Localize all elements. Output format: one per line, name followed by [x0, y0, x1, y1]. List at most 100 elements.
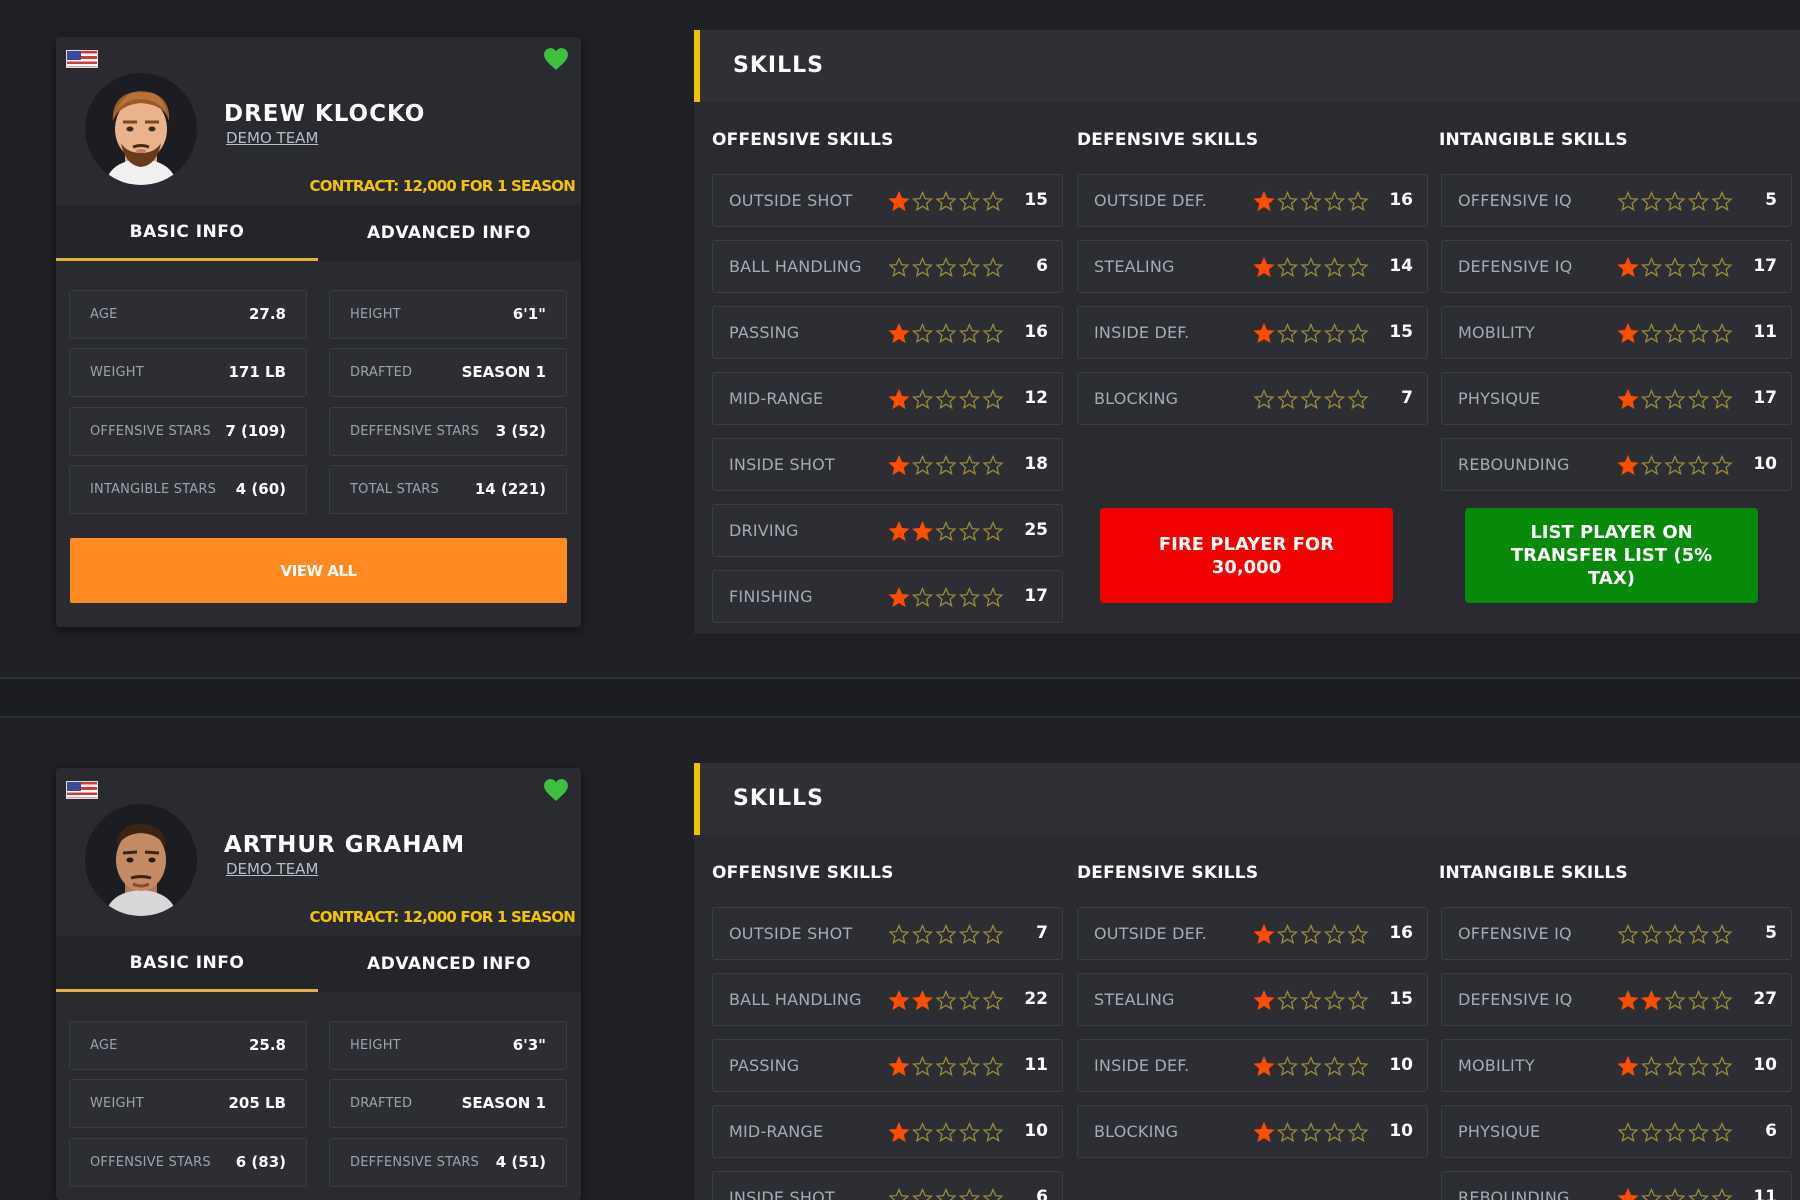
star-empty-icon	[1276, 190, 1299, 212]
skill-label: OUTSIDE SHOT	[729, 191, 853, 210]
star-empty-icon	[982, 1187, 1004, 1200]
star-empty-icon	[935, 190, 957, 212]
star-empty-icon	[1323, 256, 1346, 278]
info-weight: WEIGHT 205 LB	[69, 1079, 307, 1128]
skill-row-offensive-iq: OFFENSIVE IQ 5	[1441, 907, 1792, 960]
skill-label: INSIDE SHOT	[729, 1188, 835, 1200]
skill-value: 6	[1765, 1121, 1777, 1141]
star-filled-icon	[889, 322, 910, 344]
info-total-stars: TOTAL STARS 14 (221)	[329, 465, 567, 514]
favorite-heart-icon[interactable]	[543, 778, 569, 802]
skill-value: 18	[1024, 454, 1048, 474]
skill-value: 27	[1753, 989, 1777, 1009]
info-offensive-stars: OFFENSIVE STARS 6 (83)	[69, 1138, 307, 1187]
player-card: ARTHUR GRAHAM DEMO TEAM CONTRACT: 12,000…	[56, 768, 581, 1200]
skill-label: MOBILITY	[1458, 1056, 1535, 1075]
star-empty-icon	[1323, 1055, 1346, 1077]
defensive-skills-title: DEFENSIVE SKILLS	[1077, 130, 1259, 150]
skills-title: SKILLS	[733, 53, 824, 78]
star-empty-icon	[1687, 388, 1710, 410]
team-link[interactable]: DEMO TEAM	[226, 129, 318, 147]
skill-row-passing: PASSING 11	[712, 1039, 1063, 1092]
star-empty-icon	[1640, 1121, 1663, 1143]
star-empty-icon	[1276, 989, 1299, 1011]
star-empty-icon	[1664, 1121, 1686, 1143]
skill-value: 22	[1024, 989, 1048, 1009]
star-filled-icon	[1618, 454, 1639, 476]
fire-player-button[interactable]: FIRE PLAYER FOR 30,000	[1100, 508, 1393, 603]
star-empty-icon	[982, 454, 1004, 476]
player-section-1: DREW KLOCKO DEMO TEAM CONTRACT: 12,000 F…	[0, 0, 1800, 677]
star-empty-icon	[982, 586, 1004, 608]
transfer-list-button[interactable]: LIST PLAYER ON TRANSFER LIST (5% TAX)	[1465, 508, 1758, 603]
star-filled-icon	[1254, 1121, 1275, 1143]
skill-label: REBOUNDING	[1458, 455, 1570, 474]
skill-row-blocking: BLOCKING 7	[1077, 372, 1428, 425]
skill-label: OUTSIDE SHOT	[729, 924, 853, 943]
tab-basic-info[interactable]: BASIC INFO	[56, 205, 318, 261]
star-empty-icon	[1300, 322, 1322, 344]
skill-row-ball-handling: BALL HANDLING 6	[712, 240, 1063, 293]
star-empty-icon	[1618, 1121, 1639, 1143]
star-empty-icon	[889, 1187, 910, 1200]
star-filled-icon	[1618, 1055, 1639, 1077]
skill-row-offensive-iq: OFFENSIVE IQ 5	[1441, 174, 1792, 227]
view-all-button[interactable]: VIEW ALL	[70, 538, 567, 603]
skill-label: BLOCKING	[1094, 389, 1179, 408]
star-empty-icon	[1347, 388, 1369, 410]
info-age: AGE 25.8	[69, 1021, 307, 1070]
star-empty-icon	[1323, 1121, 1346, 1143]
star-empty-icon	[889, 923, 910, 945]
star-rating	[1618, 922, 1736, 946]
star-empty-icon	[935, 520, 957, 542]
info-age: AGE 27.8	[69, 290, 307, 339]
skill-row-mobility: MOBILITY 11	[1441, 306, 1792, 359]
star-rating	[889, 922, 1007, 946]
skill-row-inside-def: INSIDE DEF. 10	[1077, 1039, 1428, 1092]
star-empty-icon	[911, 388, 934, 410]
skill-row-blocking: BLOCKING 10	[1077, 1105, 1428, 1158]
skill-row-mid-range: MID-RANGE 12	[712, 372, 1063, 425]
player-card: DREW KLOCKO DEMO TEAM CONTRACT: 12,000 F…	[56, 37, 581, 627]
skill-value: 10	[1753, 454, 1777, 474]
star-rating	[889, 321, 1007, 345]
star-empty-icon	[935, 388, 957, 410]
star-empty-icon	[1300, 1121, 1322, 1143]
star-rating	[889, 988, 1007, 1012]
team-link[interactable]: DEMO TEAM	[226, 860, 318, 878]
tab-basic-info[interactable]: BASIC INFO	[56, 936, 318, 992]
tab-advanced-info[interactable]: ADVANCED INFO	[318, 205, 580, 261]
skill-row-inside-shot: INSIDE SHOT 6	[712, 1171, 1063, 1200]
skill-row-inside-def: INSIDE DEF. 15	[1077, 306, 1428, 359]
skill-label: MID-RANGE	[729, 1122, 824, 1141]
skill-row-outside-shot: OUTSIDE SHOT 15	[712, 174, 1063, 227]
star-filled-icon	[1618, 256, 1639, 278]
star-empty-icon	[1300, 923, 1322, 945]
favorite-heart-icon[interactable]	[543, 47, 569, 71]
star-rating	[889, 255, 1007, 279]
star-empty-icon	[1323, 388, 1346, 410]
star-filled-icon	[889, 586, 910, 608]
star-empty-icon	[1276, 322, 1299, 344]
star-empty-icon	[1323, 190, 1346, 212]
star-filled-icon	[1618, 388, 1639, 410]
star-empty-icon	[935, 923, 957, 945]
skill-value: 16	[1389, 923, 1413, 943]
skill-label: OUTSIDE DEF.	[1094, 191, 1208, 210]
star-empty-icon	[1347, 190, 1369, 212]
star-rating	[889, 519, 1007, 543]
contract-text: CONTRACT: 12,000 FOR 1 SEASON	[309, 177, 576, 195]
skill-row-stealing: STEALING 15	[1077, 973, 1428, 1026]
star-filled-icon	[1640, 989, 1663, 1011]
star-rating	[889, 189, 1007, 213]
star-rating	[889, 1186, 1007, 1200]
star-empty-icon	[1711, 923, 1733, 945]
star-empty-icon	[1640, 923, 1663, 945]
star-empty-icon	[1664, 923, 1686, 945]
star-empty-icon	[1640, 388, 1663, 410]
tab-advanced-info[interactable]: ADVANCED INFO	[318, 936, 580, 992]
star-empty-icon	[911, 454, 934, 476]
star-empty-icon	[958, 322, 981, 344]
skill-value: 11	[1753, 1187, 1777, 1200]
player-avatar	[85, 804, 197, 916]
